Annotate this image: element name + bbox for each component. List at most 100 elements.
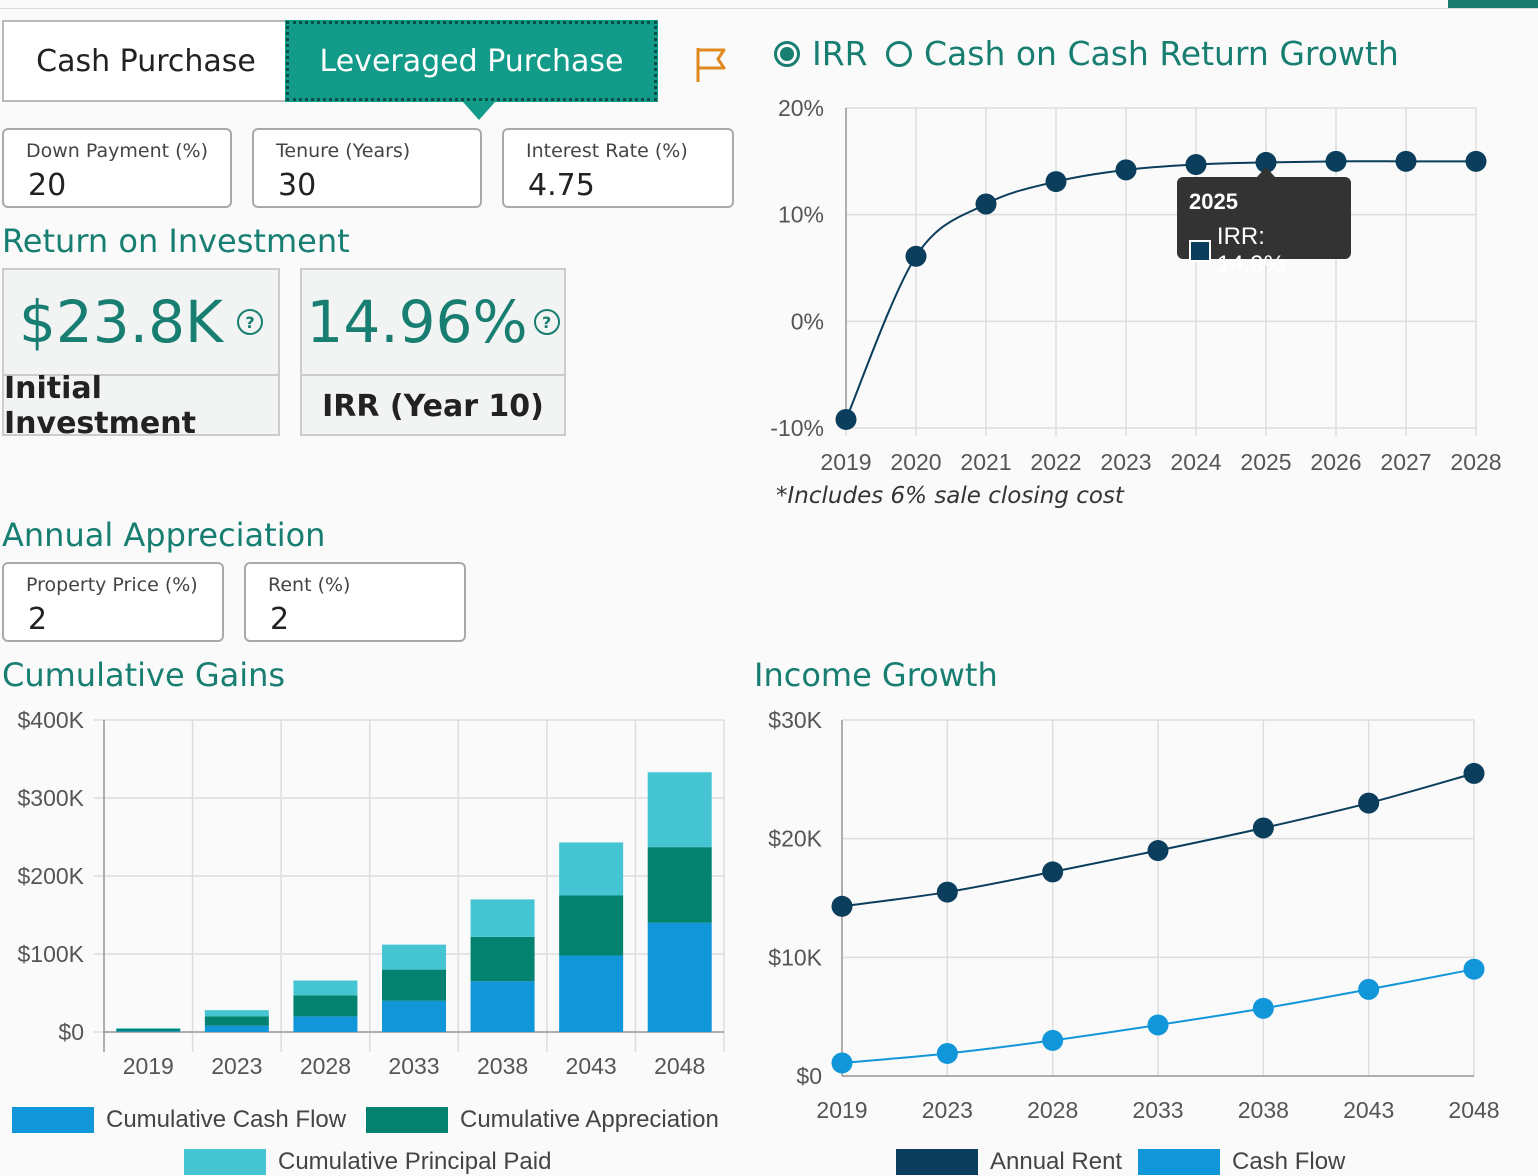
x-tick-label: 2024 bbox=[1170, 449, 1221, 475]
annual-rent-point bbox=[831, 895, 853, 917]
y-tick-label: $20K bbox=[768, 826, 822, 852]
bar-segment bbox=[293, 980, 358, 996]
irr-point bbox=[1185, 154, 1207, 176]
x-tick-label: 2023 bbox=[211, 1053, 262, 1079]
bar-segment bbox=[293, 1016, 358, 1032]
property-price-field[interactable]: Property Price (%) 2 bbox=[2, 562, 224, 642]
x-tick-label: 2043 bbox=[566, 1053, 617, 1079]
legend-label: Cash Flow bbox=[1232, 1148, 1346, 1175]
y-tick-label: $0 bbox=[796, 1063, 822, 1089]
cash-flow-point bbox=[1358, 978, 1380, 1000]
irr-point bbox=[975, 193, 997, 215]
irr-point bbox=[1045, 171, 1067, 193]
legend-swatch bbox=[896, 1149, 978, 1175]
annual-rent-point bbox=[1358, 792, 1380, 814]
y-tick-label: 10% bbox=[778, 202, 824, 228]
x-tick-label: 2021 bbox=[960, 449, 1011, 475]
y-tick-label: $300K bbox=[17, 785, 84, 811]
bar-segment bbox=[559, 842, 624, 896]
annual-rent-point bbox=[1252, 817, 1274, 839]
x-tick-label: 2019 bbox=[123, 1053, 174, 1079]
bar-segment bbox=[116, 1028, 181, 1029]
cash-flow-point bbox=[1252, 997, 1274, 1019]
y-tick-label: 0% bbox=[791, 308, 824, 334]
y-tick-label: $400K bbox=[17, 707, 84, 733]
x-tick-label: 2023 bbox=[922, 1097, 973, 1123]
bar-segment bbox=[204, 1010, 269, 1017]
irr-footnote: *Includes 6% sale closing cost bbox=[776, 483, 1124, 509]
x-tick-label: 2019 bbox=[816, 1097, 867, 1123]
y-tick-label: $10K bbox=[768, 944, 822, 970]
gains-title: Cumulative Gains bbox=[2, 656, 286, 694]
irr-point bbox=[905, 245, 927, 267]
tooltip-year: 2025 bbox=[1189, 189, 1238, 214]
x-tick-label: 2027 bbox=[1380, 449, 1431, 475]
y-tick-label: 20% bbox=[778, 95, 824, 121]
cash-flow-point bbox=[1042, 1029, 1064, 1051]
x-tick-label: 2028 bbox=[300, 1053, 351, 1079]
bar-segment bbox=[647, 772, 712, 848]
irr-point bbox=[1465, 150, 1487, 172]
appreciation-title: Annual Appreciation bbox=[2, 516, 326, 554]
cash-flow-point bbox=[1463, 958, 1485, 980]
tooltip-row: IRR: 14.9% bbox=[1189, 223, 1339, 279]
bar-segment bbox=[559, 955, 624, 1032]
x-tick-label: 2033 bbox=[388, 1053, 439, 1079]
x-tick-label: 2038 bbox=[1238, 1097, 1289, 1123]
x-tick-label: 2038 bbox=[477, 1053, 528, 1079]
bar-segment bbox=[204, 1016, 269, 1026]
irr-point bbox=[1115, 159, 1137, 181]
rent-field[interactable]: Rent (%) 2 bbox=[244, 562, 466, 642]
bar-segment bbox=[559, 895, 624, 956]
cumulative-gains-chart: $0 $100K $200K $300K $400K 2019 2023 2028 2033 20… bbox=[17, 707, 725, 1079]
income-title: Income Growth bbox=[754, 656, 998, 694]
cash-flow-point bbox=[831, 1052, 853, 1074]
legend-swatch bbox=[12, 1107, 94, 1133]
x-tick-label: 2028 bbox=[1027, 1097, 1078, 1123]
x-tick-label: 2023 bbox=[1100, 449, 1151, 475]
annual-rent-point bbox=[1042, 861, 1064, 883]
bar-segment bbox=[382, 944, 446, 970]
irr-point bbox=[1325, 150, 1347, 172]
bar-segment bbox=[382, 1000, 446, 1032]
legend-label: Annual Rent bbox=[990, 1148, 1123, 1175]
bar-segment bbox=[470, 936, 535, 982]
irr-tooltip: 2025 IRR: 14.9% bbox=[1177, 167, 1351, 278]
y-tick-label: $200K bbox=[17, 863, 84, 889]
rent-value[interactable]: 2 bbox=[270, 602, 289, 637]
legend-label: Cumulative Cash Flow bbox=[106, 1106, 347, 1133]
x-tick-label: 2048 bbox=[654, 1053, 705, 1079]
x-tick-label: 2033 bbox=[1132, 1097, 1183, 1123]
legend-cash-flow[interactable]: Cumulative Cash Flow bbox=[12, 1106, 346, 1134]
legend-label: Cumulative Principal Paid bbox=[278, 1148, 552, 1175]
legend-swatch bbox=[1138, 1149, 1220, 1175]
irr-point bbox=[1395, 150, 1417, 172]
y-tick-label: $0 bbox=[58, 1019, 84, 1045]
cash-flow-point bbox=[936, 1042, 958, 1064]
legend-principal[interactable]: Cumulative Principal Paid bbox=[184, 1148, 551, 1176]
tooltip-swatch bbox=[1189, 240, 1211, 262]
y-tick-label: -10% bbox=[770, 415, 824, 441]
y-tick-label: $30K bbox=[768, 707, 822, 733]
bar-segment bbox=[116, 1028, 181, 1032]
legend-cash-flow-line[interactable]: Cash Flow bbox=[1138, 1148, 1345, 1176]
irr-line bbox=[845, 160, 1476, 420]
tooltip-value: IRR: 14.9% bbox=[1216, 223, 1285, 278]
bar-segment bbox=[647, 847, 712, 923]
legend-appreciation[interactable]: Cumulative Appreciation bbox=[366, 1106, 719, 1134]
legend-annual-rent[interactable]: Annual Rent bbox=[896, 1148, 1122, 1176]
income-growth-chart: $0 $10K $20K $30K 2019 2023 2028 2033 2038 2043 20… bbox=[768, 707, 1499, 1123]
bar-segment bbox=[116, 1031, 181, 1032]
bar-segment bbox=[204, 1025, 269, 1032]
legend-swatch bbox=[184, 1149, 266, 1175]
property-price-label: Property Price (%) bbox=[26, 574, 198, 596]
x-tick-label: 2048 bbox=[1448, 1097, 1499, 1123]
irr-point bbox=[835, 408, 857, 430]
bar-segment bbox=[293, 995, 358, 1017]
x-tick-label: 2020 bbox=[890, 449, 941, 475]
x-tick-label: 2019 bbox=[820, 449, 871, 475]
cash-flow-point bbox=[1147, 1014, 1169, 1036]
x-tick-label: 2026 bbox=[1310, 449, 1361, 475]
x-tick-label: 2028 bbox=[1450, 449, 1501, 475]
property-price-value[interactable]: 2 bbox=[28, 602, 47, 637]
